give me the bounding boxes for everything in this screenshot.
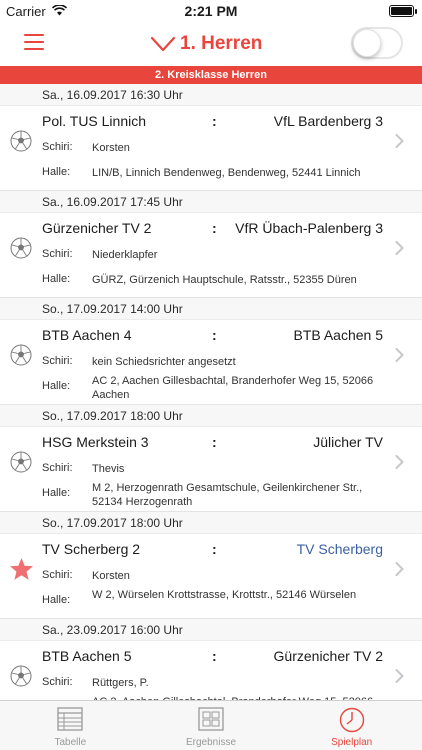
match-row[interactable]: Sa., 16.09.2017 16:30 Uhr Pol. TUS Linnic… [0, 84, 422, 191]
home-team: TV Scherberg 2 [42, 541, 141, 557]
referee-label: Schiri: [42, 141, 73, 153]
chevron-down-icon [150, 36, 176, 52]
away-team: VfL Bardenberg 3 [273, 113, 383, 129]
venue-address: AC 2, Aachen Gillesbachtal, Branderhofer… [92, 375, 374, 401]
venue-label: Halle: [42, 166, 71, 178]
match-date: Sa., 16.09.2017 16:30 Uhr [0, 84, 422, 106]
venue-label: Halle: [42, 273, 71, 285]
chevron-right-icon [395, 134, 404, 148]
referee-name: kein Schiedsrichter angesetzt [92, 356, 236, 368]
away-team: TV Scherberg [296, 541, 383, 557]
venue-address: M 2, Herzogenrath Gesamtschule, Geilenki… [92, 482, 363, 508]
score-separator: : [212, 541, 217, 557]
referee-name: Korsten [92, 142, 130, 154]
handball-icon [10, 451, 32, 473]
home-team: HSG Merkstein 3 [42, 434, 149, 450]
favorite-star-icon [9, 557, 34, 581]
referee-name: Rüttgers, P. [92, 677, 149, 689]
match-date: Sa., 16.09.2017 17:45 Uhr [0, 191, 422, 213]
venue-label: Halle: [42, 487, 71, 499]
match-date: So., 17.09.2017 14:00 Uhr [0, 298, 422, 320]
match-date: Sa., 23.09.2017 16:00 Uhr [0, 619, 422, 641]
handball-icon [10, 665, 32, 687]
venue-label: Halle: [42, 380, 71, 392]
score-separator: : [212, 648, 217, 664]
match-date: So., 17.09.2017 18:00 Uhr [0, 512, 422, 534]
score-separator: : [212, 113, 217, 129]
home-team: Pol. TUS Linnich [42, 113, 147, 129]
tab-label: Ergebnisse [185, 737, 237, 748]
score-separator: : [212, 327, 217, 343]
referee-name: Thevis [92, 463, 125, 475]
referee-label: Schiri: [42, 462, 73, 474]
hamburger-menu-icon[interactable] [24, 34, 44, 50]
navigation-bar: 1. Herren [0, 22, 422, 64]
chevron-right-icon [395, 455, 404, 469]
venue-address: W 2, Würselen Krottstrasse, Krottstr., 5… [92, 589, 357, 601]
match-row[interactable]: So., 17.09.2017 14:00 Uhr BTB Aachen 4: BT… [0, 298, 422, 405]
tab-spielplan[interactable]: Spielplan [281, 701, 422, 750]
match-date: So., 17.09.2017 18:00 Uhr [0, 405, 422, 427]
tab-label: Spielplan [331, 737, 373, 748]
match-row[interactable]: So., 17.09.2017 18:00 Uhr HSG Merkstein 3… [0, 405, 422, 512]
tab-tabelle[interactable]: Tabelle [0, 701, 141, 750]
venue-address: LIN/B, Linnich Bendenweg, Bendenweg, 524… [92, 167, 361, 179]
tab-label: Tabelle [54, 737, 87, 748]
away-team: BTB Aachen 5 [293, 327, 383, 343]
chevron-right-icon [395, 669, 404, 683]
away-team: Jülicher TV [313, 434, 383, 450]
handball-icon [10, 130, 32, 152]
away-team: VfR Übach-Palenberg 3 [235, 220, 383, 236]
clock-time: 2:21 PM [184, 3, 238, 19]
team-selector[interactable]: 1. Herren [150, 31, 262, 57]
league-header: 2. Kreisklasse Herren [0, 66, 422, 84]
battery-icon [389, 5, 417, 17]
away-team: Gürzenicher TV 2 [273, 648, 383, 664]
match-row[interactable]: So., 17.09.2017 18:00 Uhr TV Scherberg 2:… [0, 512, 422, 619]
status-bar: Carrier 2:21 PM [0, 0, 422, 22]
handball-icon [10, 344, 32, 366]
chevron-right-icon [395, 348, 404, 362]
chevron-right-icon [395, 562, 404, 576]
match-row[interactable]: Sa., 23.09.2017 16:00 Uhr BTB Aachen 5: Gü… [0, 619, 422, 700]
score-separator: : [212, 434, 217, 450]
referee-name: Korsten [92, 570, 130, 582]
referee-label: Schiri: [42, 355, 73, 367]
referee-label: Schiri: [42, 248, 73, 260]
referee-label: Schiri: [42, 569, 73, 581]
handball-icon [10, 237, 32, 259]
tab-ergebnisse[interactable]: Ergebnisse [141, 701, 282, 750]
team-title: 1. Herren [180, 33, 263, 54]
score-separator: : [212, 220, 217, 236]
match-row[interactable]: Sa., 16.09.2017 17:45 Uhr Gürzenicher TV … [0, 191, 422, 298]
referee-name: Niederklapfer [92, 249, 158, 261]
venue-address: GÜRZ, Gürzenich Hauptschule, Ratsstr., 5… [92, 274, 357, 286]
referee-label: Schiri: [42, 676, 73, 688]
chevron-right-icon [395, 241, 404, 255]
home-team: BTB Aachen 4 [42, 327, 132, 343]
home-team: BTB Aachen 5 [42, 648, 132, 664]
match-list[interactable]: Sa., 16.09.2017 16:30 Uhr Pol. TUS Linnic… [0, 84, 422, 700]
tab-bar: Tabelle Ergebnisse Spielplan [0, 700, 422, 750]
favorites-toggle[interactable] [351, 27, 403, 59]
home-team: Gürzenicher TV 2 [42, 220, 152, 236]
venue-label: Halle: [42, 594, 71, 606]
